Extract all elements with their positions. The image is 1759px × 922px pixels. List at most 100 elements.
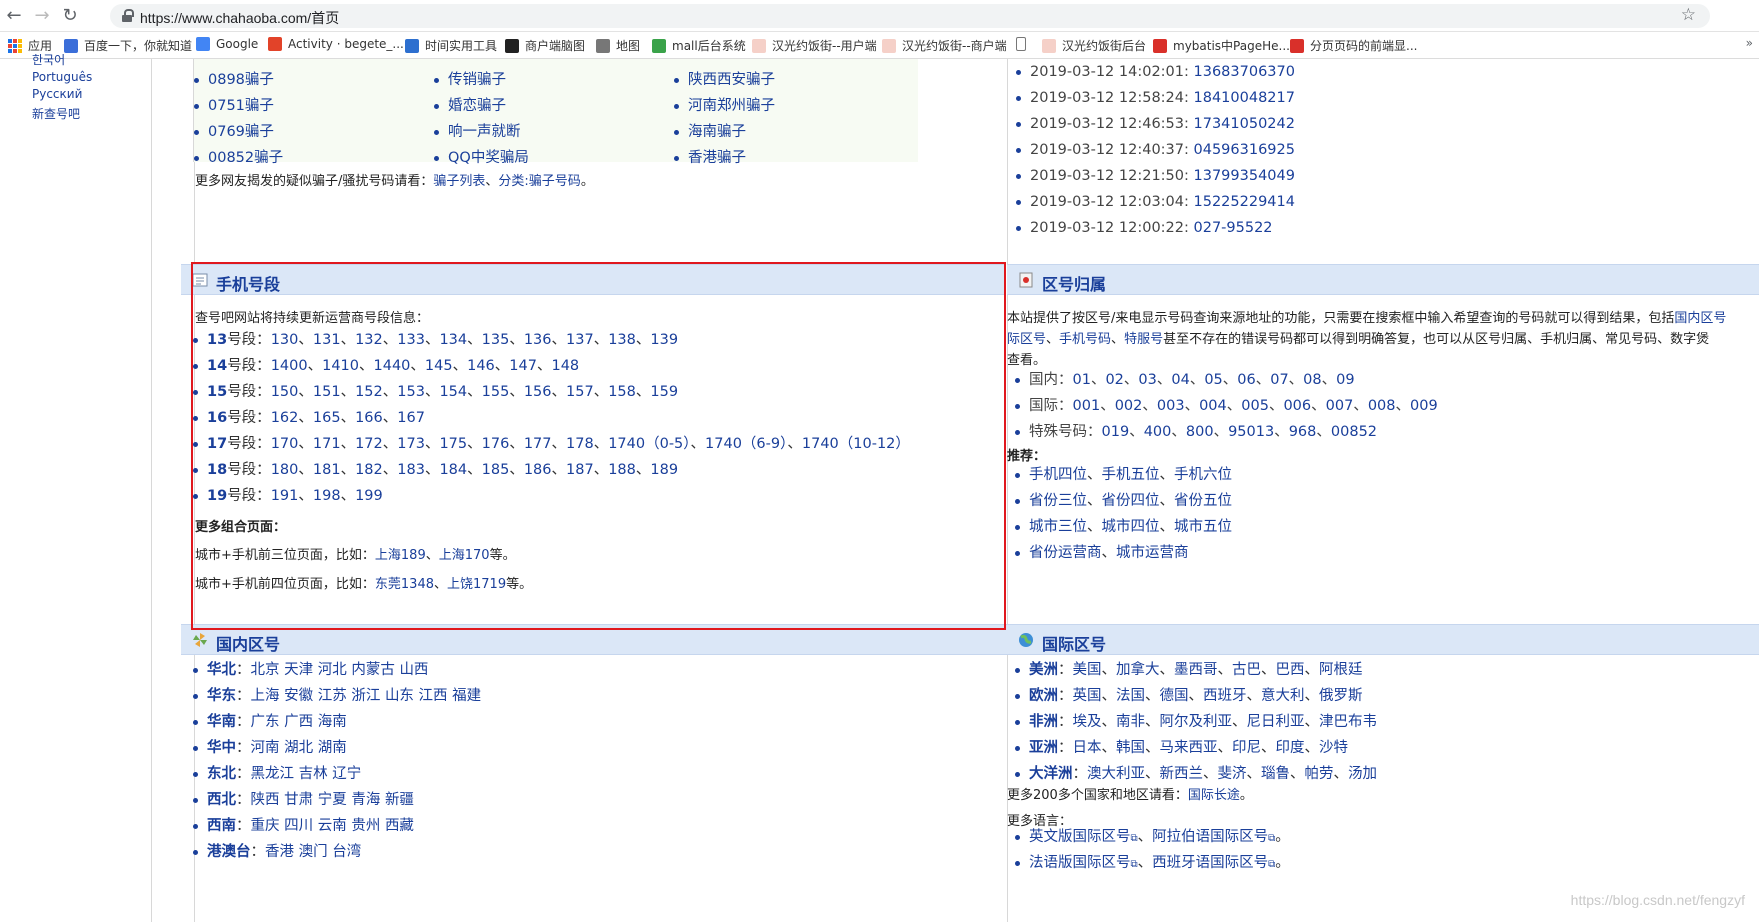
reload-icon[interactable]: ↻	[60, 6, 80, 26]
intl-continent-value[interactable]: 汤加	[1348, 766, 1377, 782]
bookmark-item[interactable]: 汉光约饭街--用户端	[752, 37, 877, 54]
area-panel-title[interactable]: 区号归属	[1042, 271, 1106, 295]
recommend-link[interactable]: 城市四位	[1102, 519, 1160, 535]
intl-continent-value[interactable]: 意大利	[1261, 688, 1305, 704]
language-link[interactable]: Português	[32, 70, 92, 84]
domestic-region-value[interactable]: 宁夏	[318, 792, 347, 808]
domestic-region-key[interactable]: 港澳台	[207, 844, 251, 860]
area-row-value[interactable]: 09	[1336, 372, 1354, 388]
domestic-region-value[interactable]: 安徽	[284, 688, 313, 704]
segment-item-value[interactable]: 184	[439, 462, 467, 478]
segment-item-value[interactable]: 155	[482, 384, 510, 400]
intl-continent-value[interactable]: 西班牙	[1203, 688, 1247, 704]
segment-item-value[interactable]: 167	[397, 410, 425, 426]
intl-continent-value[interactable]: 阿尔及利亚	[1160, 714, 1233, 730]
bookmark-item[interactable]: 地图	[596, 37, 640, 54]
domestic-region-value[interactable]: 香港	[265, 844, 294, 860]
area-row-value[interactable]: 05	[1204, 372, 1222, 388]
segment-item-value[interactable]: 162	[271, 410, 299, 426]
intl-continent-value[interactable]: 埃及	[1073, 714, 1102, 730]
scam-list-item[interactable]: 海南骗子	[666, 119, 775, 145]
segment-item-value[interactable]: 159	[650, 384, 678, 400]
intl-continent-value[interactable]: 尼日利亚	[1247, 714, 1305, 730]
intl-continent-value[interactable]: 美国	[1073, 662, 1102, 678]
language-link[interactable]: 新查号吧	[32, 105, 80, 122]
area-row-value[interactable]: 001	[1073, 398, 1101, 414]
domestic-region-value[interactable]: 内蒙古	[351, 662, 395, 678]
intl-continent-value[interactable]: 帕劳	[1305, 766, 1334, 782]
scam-list-item[interactable]: 香港骗子	[666, 145, 775, 171]
lookup-number[interactable]: 18410048217	[1194, 90, 1295, 106]
area-row-value[interactable]: 003	[1157, 398, 1185, 414]
bookmark-star-icon[interactable]: ☆	[1681, 5, 1696, 25]
segment-item-key[interactable]: 17	[207, 436, 227, 452]
combo2-link-2[interactable]: 上饶1719	[447, 577, 506, 592]
mobile-panel-title[interactable]: 手机号段	[216, 271, 280, 295]
combo1-link-2[interactable]: 上海170	[439, 548, 490, 563]
segment-item-value[interactable]: 198	[313, 488, 341, 504]
lookup-number[interactable]: 13799354049	[1194, 168, 1295, 184]
segment-item-value[interactable]: 1740（10-12）	[802, 436, 910, 452]
bookmark-item[interactable]: mall后台系统	[652, 37, 746, 54]
segment-item-value[interactable]: 138	[608, 332, 636, 348]
language-link[interactable]: 한국어	[32, 51, 65, 68]
domestic-region-value[interactable]: 河北	[318, 662, 347, 678]
domestic-region-value[interactable]: 天津	[284, 662, 313, 678]
segment-item-value[interactable]: 177	[524, 436, 552, 452]
lang-link[interactable]: 英文版国际区号	[1029, 829, 1131, 845]
segment-item-value[interactable]: 172	[355, 436, 383, 452]
domestic-region-key[interactable]: 西北	[207, 792, 236, 808]
area-row-value[interactable]: 019	[1102, 424, 1130, 440]
segment-item-key[interactable]: 13	[207, 332, 227, 348]
segment-item-value[interactable]: 156	[524, 384, 552, 400]
bookmark-item[interactable]: 商户端脑图	[505, 37, 585, 54]
scam-list-item[interactable]: 0769骗子	[186, 119, 283, 145]
domestic-region-value[interactable]: 青海	[351, 792, 380, 808]
intl-continent-value[interactable]: 澳大利亚	[1087, 766, 1145, 782]
segment-item-value[interactable]: 131	[313, 332, 341, 348]
bookmark-item[interactable]: 分页页码的前端显...	[1290, 37, 1417, 54]
segment-item-key[interactable]: 14	[207, 358, 227, 374]
area-row-value[interactable]: 08	[1303, 372, 1321, 388]
segment-item-value[interactable]: 173	[397, 436, 425, 452]
segment-item-value[interactable]: 165	[313, 410, 341, 426]
segment-item-value[interactable]: 153	[397, 384, 425, 400]
domestic-region-value[interactable]: 海南	[318, 714, 347, 730]
area-row-value[interactable]: 01	[1073, 372, 1091, 388]
segment-item-value[interactable]: 152	[355, 384, 383, 400]
segment-item-value[interactable]: 181	[313, 462, 341, 478]
intl-continent-value[interactable]: 津巴布韦	[1319, 714, 1377, 730]
bookmark-item[interactable]: 百度一下，你就知道	[64, 37, 192, 54]
segment-item-value[interactable]: 1410	[322, 358, 359, 374]
lang-link[interactable]: 西班牙语国际区号	[1152, 855, 1268, 871]
domestic-region-value[interactable]: 重庆	[251, 818, 280, 834]
intl-continent-value[interactable]: 英国	[1073, 688, 1102, 704]
segment-item-value[interactable]: 188	[608, 462, 636, 478]
segment-item-value[interactable]: 136	[524, 332, 552, 348]
recommend-link[interactable]: 城市运营商	[1116, 545, 1189, 561]
area-row-value[interactable]: 002	[1115, 398, 1143, 414]
scam-list-item[interactable]: 河南郑州骗子	[666, 93, 775, 119]
area-desc-domestic-link[interactable]: 国内区号	[1674, 311, 1726, 326]
recommend-link[interactable]: 省份运营商	[1029, 545, 1102, 561]
intl-continent-value[interactable]: 俄罗斯	[1319, 688, 1363, 704]
scam-list-link[interactable]: 骗子列表	[433, 174, 485, 189]
segment-item-value[interactable]: 182	[355, 462, 383, 478]
segment-item-value[interactable]: 183	[397, 462, 425, 478]
area-row-value[interactable]: 005	[1241, 398, 1269, 414]
bookmark-item[interactable]: 时间实用工具	[405, 37, 497, 54]
recommend-link[interactable]: 省份四位	[1102, 493, 1160, 509]
segment-item-value[interactable]: 185	[482, 462, 510, 478]
bookmark-item[interactable]: mybatis中PageHe...	[1153, 37, 1290, 54]
intl-long-distance-link[interactable]: 国际长途	[1188, 788, 1240, 803]
area-row-value[interactable]: 004	[1199, 398, 1227, 414]
intl-continent-value[interactable]: 法国	[1116, 688, 1145, 704]
intl-continent-value[interactable]: 新西兰	[1160, 766, 1204, 782]
recommend-link[interactable]: 手机四位	[1029, 467, 1087, 483]
segment-item-value[interactable]: 148	[551, 358, 579, 374]
domestic-region-value[interactable]: 河南	[251, 740, 280, 756]
segment-item-value[interactable]: 139	[650, 332, 678, 348]
segment-item-value[interactable]: 166	[355, 410, 383, 426]
segment-item-value[interactable]: 171	[313, 436, 341, 452]
area-row-value[interactable]: 007	[1326, 398, 1354, 414]
